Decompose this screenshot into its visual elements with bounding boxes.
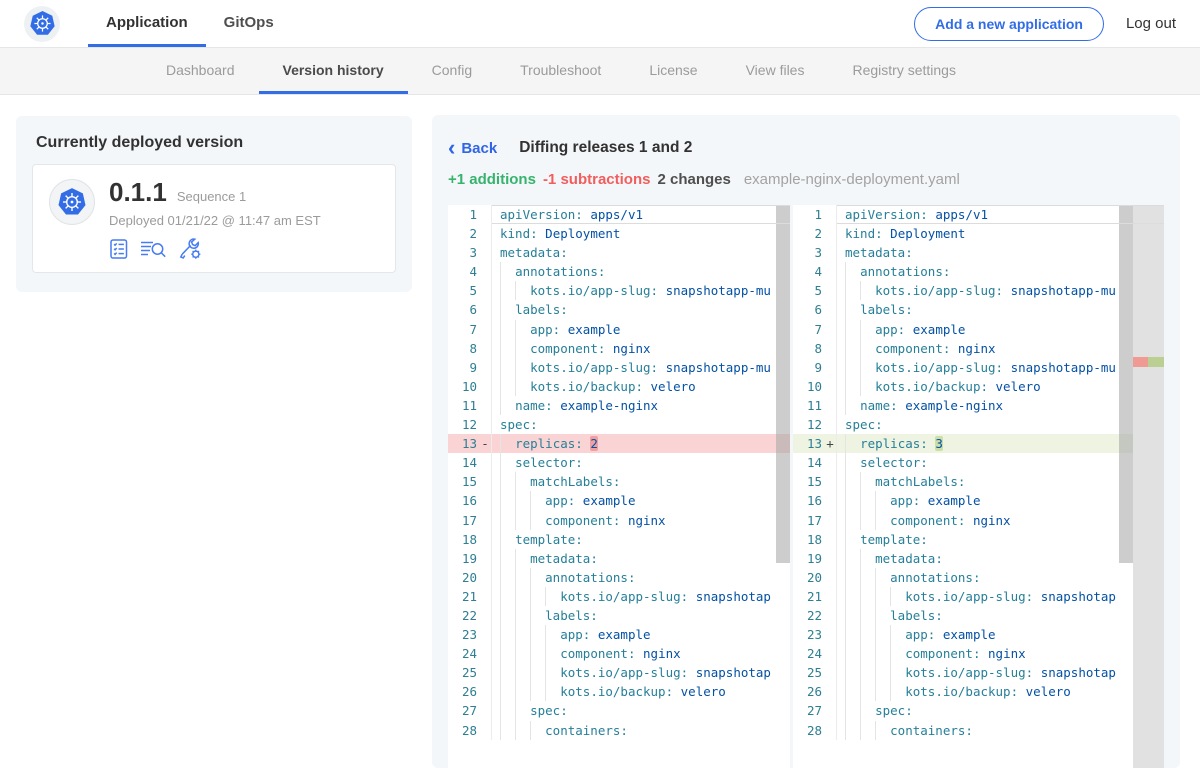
- subnav-tab-dashboard[interactable]: Dashboard: [142, 48, 259, 94]
- chevron-left-icon: ‹: [448, 141, 455, 155]
- back-link[interactable]: ‹ Back: [448, 140, 497, 157]
- code-line: 11 name: example-nginx: [448, 396, 790, 415]
- code-line: 18 template:: [793, 530, 1164, 549]
- config-tools-icon[interactable]: [178, 237, 203, 260]
- deployed-version-number: 0.1.1: [109, 179, 167, 205]
- main-content: Currently deployed version 0.1: [0, 95, 1200, 768]
- additions-count: +1 additions: [448, 171, 536, 188]
- code-line: 20 annotations:: [448, 568, 790, 587]
- code-line: 17 component: nginx: [448, 511, 790, 530]
- code-line: 7 app: example: [793, 320, 1164, 339]
- top-tabs: ApplicationGitOps: [88, 0, 292, 47]
- code-line: 25 kots.io/app-slug: snapshotap: [448, 663, 790, 682]
- code-line: 6 labels:: [793, 300, 1164, 319]
- top-navbar: ApplicationGitOps Add a new application …: [0, 0, 1200, 48]
- subnav-tab-troubleshoot[interactable]: Troubleshoot: [496, 48, 625, 94]
- subnav-tab-license[interactable]: License: [625, 48, 721, 94]
- code-line: 6 labels:: [448, 300, 790, 319]
- code-line: 16 app: example: [793, 491, 1164, 510]
- deployed-sequence-label: Sequence 1: [177, 189, 246, 204]
- code-line: 7 app: example: [448, 320, 790, 339]
- code-line: 19 metadata:: [793, 549, 1164, 568]
- code-line: 10 kots.io/backup: velero: [448, 377, 790, 396]
- code-line: 9 kots.io/app-slug: snapshotapp-mu: [448, 358, 790, 377]
- subtractions-count: -1 subtractions: [543, 171, 651, 188]
- code-line: 1apiVersion: apps/v1: [793, 205, 1164, 224]
- code-line: 28 containers:: [793, 721, 1164, 740]
- view-logs-icon[interactable]: [140, 238, 168, 259]
- code-line: 2kind: Deployment: [793, 224, 1164, 243]
- subnav-tab-version-history[interactable]: Version history: [259, 48, 408, 94]
- code-line: 11 name: example-nginx: [793, 396, 1164, 415]
- add-new-application-button[interactable]: Add a new application: [914, 7, 1104, 41]
- code-line: 24 component: nginx: [793, 644, 1164, 663]
- subnav-tab-registry-settings[interactable]: Registry settings: [828, 48, 979, 94]
- code-line: 18 template:: [448, 530, 790, 549]
- code-line: 3metadata:: [448, 243, 790, 262]
- code-line: 17 component: nginx: [793, 511, 1164, 530]
- code-line: 22 labels:: [793, 606, 1164, 625]
- code-line: 9 kots.io/app-slug: snapshotapp-mu: [793, 358, 1164, 377]
- diff-title: Diffing releases 1 and 2: [519, 139, 692, 157]
- code-line: 14 selector:: [448, 453, 790, 472]
- app-subnav: DashboardVersion historyConfigTroublesho…: [0, 48, 1200, 95]
- code-line: 26 kots.io/backup: velero: [793, 682, 1164, 701]
- diff-panel-modified: 1apiVersion: apps/v12kind: Deployment3me…: [793, 205, 1164, 768]
- code-line: 4 annotations:: [793, 262, 1164, 281]
- code-line: 1apiVersion: apps/v1: [448, 205, 790, 224]
- code-line: 10 kots.io/backup: velero: [793, 377, 1164, 396]
- diff-filename: example-nginx-deployment.yaml: [744, 171, 960, 188]
- code-line: 24 component: nginx: [448, 644, 790, 663]
- code-line: 8 component: nginx: [448, 339, 790, 358]
- code-line: 4 annotations:: [448, 262, 790, 281]
- code-line: 27 spec:: [793, 701, 1164, 720]
- code-line: 2kind: Deployment: [448, 224, 790, 243]
- code-line: 12spec:: [448, 415, 790, 434]
- deployed-version-tile: 0.1.1 Sequence 1 Deployed 01/21/22 @ 11:…: [32, 164, 396, 273]
- diff-editor: 1apiVersion: apps/v12kind: Deployment3me…: [448, 205, 1164, 768]
- code-line: 13- replicas: 2: [448, 434, 790, 453]
- code-line: 3metadata:: [793, 243, 1164, 262]
- code-line: 26 kots.io/backup: velero: [448, 682, 790, 701]
- code-line: 19 metadata:: [448, 549, 790, 568]
- code-line: 5 kots.io/app-slug: snapshotapp-mu: [793, 281, 1164, 300]
- changes-count: 2 changes: [657, 171, 730, 188]
- code-line: 23 app: example: [448, 625, 790, 644]
- checklist-icon[interactable]: [109, 238, 130, 260]
- logout-link[interactable]: Log out: [1126, 15, 1176, 32]
- code-line: 8 component: nginx: [793, 339, 1164, 358]
- code-line: 13+ replicas: 3: [793, 434, 1164, 453]
- code-line: 5 kots.io/app-slug: snapshotapp-mu: [448, 281, 790, 300]
- deployed-timestamp: Deployed 01/21/22 @ 11:47 am EST: [109, 213, 321, 228]
- code-line: 21 kots.io/app-slug: snapshotap: [448, 587, 790, 606]
- code-line: 28 containers:: [448, 721, 790, 740]
- diff-panel-original: 1apiVersion: apps/v12kind: Deployment3me…: [448, 205, 790, 768]
- kubernetes-logo-icon: [24, 6, 60, 42]
- code-line: 15 matchLabels:: [448, 472, 790, 491]
- currently-deployed-card: Currently deployed version 0.1: [16, 116, 412, 292]
- diff-releases-card: ‹ Back Diffing releases 1 and 2 +1 addit…: [432, 115, 1180, 768]
- code-line: 21 kots.io/app-slug: snapshotap: [793, 587, 1164, 606]
- top-tab-application[interactable]: Application: [88, 0, 206, 47]
- subnav-tab-config[interactable]: Config: [408, 48, 496, 94]
- code-line: 15 matchLabels:: [793, 472, 1164, 491]
- code-line: 16 app: example: [448, 491, 790, 510]
- diff-stats: +1 additions -1 subtractions 2 changes e…: [448, 171, 1164, 188]
- code-line: 25 kots.io/app-slug: snapshotap: [793, 663, 1164, 682]
- code-line: 22 labels:: [448, 606, 790, 625]
- app-kubernetes-icon: [49, 179, 95, 225]
- top-tab-gitops[interactable]: GitOps: [206, 0, 292, 47]
- code-line: 23 app: example: [793, 625, 1164, 644]
- code-line: 12spec:: [793, 415, 1164, 434]
- code-line: 27 spec:: [448, 701, 790, 720]
- subnav-tab-view-files[interactable]: View files: [722, 48, 829, 94]
- code-line: 20 annotations:: [793, 568, 1164, 587]
- deployed-card-title: Currently deployed version: [16, 116, 412, 164]
- code-line: 14 selector:: [793, 453, 1164, 472]
